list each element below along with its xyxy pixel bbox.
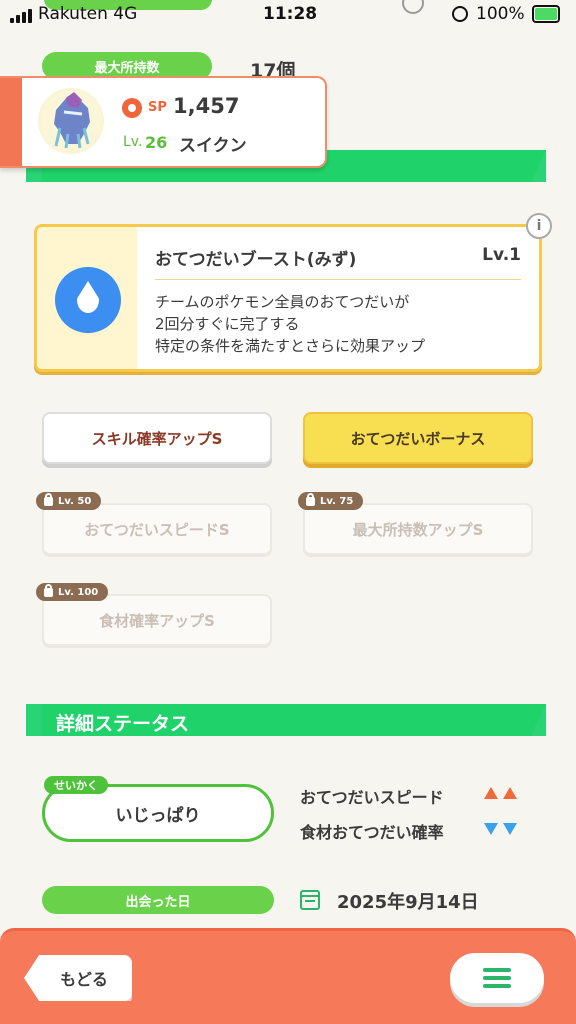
calendar-icon	[300, 890, 320, 910]
sub-skill-button-locked[interactable]: おてつだいスピードS	[42, 503, 272, 555]
down-arrow-icon	[503, 823, 517, 835]
skill-description: チームのポケモン全員のおてつだいが 2回分すぐに完了する 特定の条件を満たすとさ…	[155, 291, 425, 357]
lock-level: Lv. 50	[58, 495, 92, 507]
skill-description-line: 2回分すぐに完了する	[155, 315, 300, 333]
sub-skill-button[interactable]: おてつだいボーナス	[303, 412, 533, 464]
level-prefix: Lv.	[123, 134, 143, 150]
nature-tag: せいかく	[44, 776, 108, 794]
lock-badge: Lv. 75	[298, 492, 364, 510]
skill-text-area: おてつだいブースト(みず) Lv.1 チームのポケモン全員のおてつだいが 2回分…	[137, 227, 539, 369]
suicune-icon	[54, 92, 90, 149]
sub-skill-button-locked[interactable]: 食材確率アップS	[42, 594, 272, 646]
nature-effect-label: おてつだいスピード	[300, 788, 444, 807]
main-skill-card[interactable]: おてつだいブースト(みず) Lv.1 チームのポケモン全員のおてつだいが 2回分…	[34, 224, 542, 372]
card-edge	[0, 78, 22, 166]
up-arrow-icon	[503, 787, 517, 799]
skill-name: おてつだいブースト(みず)	[155, 250, 357, 270]
pokemon-name: スイクン	[179, 136, 247, 156]
sp-icon	[122, 98, 142, 118]
down-arrow-icon	[484, 823, 498, 835]
lock-icon	[44, 492, 53, 506]
rotation-lock-icon	[452, 6, 468, 22]
lock-badge: Lv. 50	[36, 492, 102, 510]
level-value: 26	[145, 133, 168, 152]
skill-description-line: 特定の条件を満たすとさらに効果アップ	[155, 337, 426, 355]
skill-description-line: チームのポケモン全員のおてつだいが	[155, 293, 410, 311]
cutoff-icon	[402, 0, 424, 14]
met-date-value: 2025年9月14日	[337, 892, 479, 913]
hamburger-menu-icon[interactable]	[450, 953, 544, 1003]
carrier-label: Rakuten 4G	[38, 4, 138, 24]
pokemon-summary-card[interactable]: SP 1,457 Lv. 26 スイクン	[0, 76, 327, 168]
lock-badge: Lv. 100	[36, 583, 109, 601]
water-drop-icon	[55, 267, 121, 333]
lock-icon	[44, 583, 53, 597]
info-icon[interactable]: i	[526, 213, 552, 239]
signal-icon	[10, 9, 32, 23]
sp-value: 1,457	[173, 94, 240, 118]
sub-skill-button[interactable]: スキル確率アップS	[42, 412, 272, 464]
lock-level: Lv. 75	[320, 495, 354, 507]
skill-divider	[155, 279, 521, 280]
nature-effect-label: 食材おてつだい確率	[300, 823, 444, 842]
up-arrow-icon	[484, 787, 498, 799]
status-bar: Rakuten 4G 11:28 100%	[0, 0, 576, 30]
skill-icon-area	[37, 227, 137, 369]
section-title: 詳細ステータス	[56, 713, 190, 735]
battery-percent: 100%	[476, 4, 525, 24]
skill-level: Lv.1	[482, 245, 521, 265]
lock-icon	[306, 492, 315, 506]
clock: 11:28	[263, 4, 318, 24]
pokemon-sprite	[38, 88, 104, 154]
battery-icon	[532, 5, 560, 23]
lock-level: Lv. 100	[58, 586, 99, 598]
back-button[interactable]: もどる	[24, 955, 132, 1001]
met-date-label: 出会った日	[42, 886, 274, 914]
sp-label: SP	[148, 100, 167, 115]
sub-skill-button-locked[interactable]: 最大所持数アップS	[303, 503, 533, 555]
